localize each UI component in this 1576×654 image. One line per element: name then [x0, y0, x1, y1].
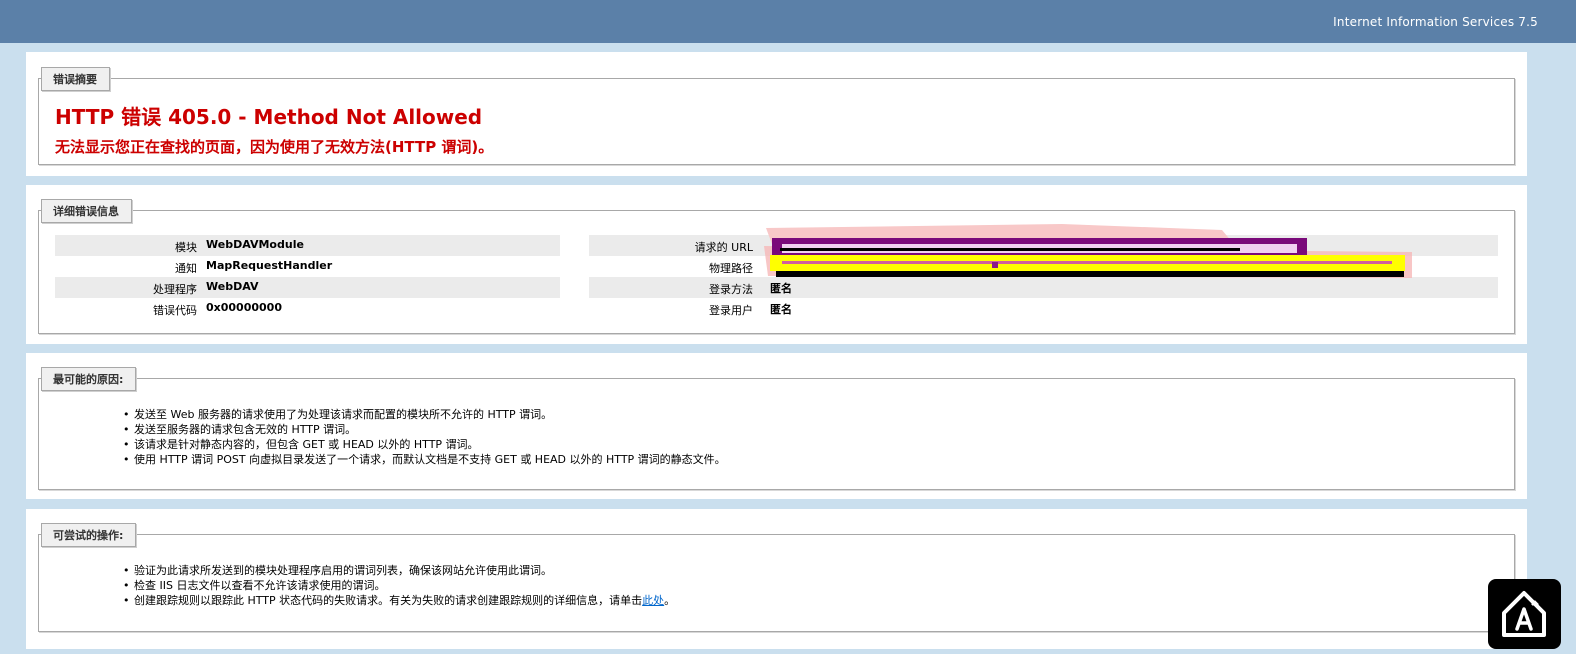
detail-value: 0x00000000 — [206, 301, 282, 314]
causes-box: 最可能的原因: 发送至 Web 服务器的请求使用了为处理该请求而配置的模块所不允… — [38, 367, 1515, 490]
details-legend: 详细错误信息 — [41, 199, 132, 223]
redaction-marks — [764, 224, 1412, 278]
detail-row-module: 模块 WebDAVModule — [55, 235, 560, 256]
actions-box: 可尝试的操作: 验证为此请求所发送到的模块处理程序启用的谓词列表，确保该网站允许… — [38, 523, 1515, 632]
detail-label: 通知 — [175, 262, 197, 275]
actions-legend: 可尝试的操作: — [41, 523, 137, 547]
product-name: Internet Information Services 7.5 — [1333, 15, 1538, 29]
error-summary-panel: 错误摘要 HTTP 错误 405.0 - Method Not Allowed … — [26, 52, 1527, 176]
causes-panel: 最可能的原因: 发送至 Web 服务器的请求使用了为处理该请求而配置的模块所不允… — [26, 353, 1527, 499]
list-item: 使用 HTTP 谓词 POST 向虚拟目录发送了一个请求，而默认文档是不支持 G… — [123, 452, 726, 467]
detail-label: 处理程序 — [153, 283, 197, 296]
iis-header: Internet Information Services 7.5 — [0, 0, 1576, 43]
error-summary-legend: 错误摘要 — [41, 67, 110, 91]
list-item: 检查 IIS 日志文件以查看不允许该请求使用的谓词。 — [123, 578, 675, 593]
causes-list: 发送至 Web 服务器的请求使用了为处理该请求而配置的模块所不允许的 HTTP … — [123, 407, 726, 467]
action-text: 创建跟踪规则以跟踪此 HTTP 状态代码的失败请求。有关为失败的请求创建跟踪规则… — [134, 594, 643, 607]
actions-panel: 可尝试的操作: 验证为此请求所发送到的模块处理程序启用的谓词列表，确保该网站允许… — [26, 509, 1527, 649]
detail-label: 请求的 URL — [694, 241, 753, 254]
detail-row-notification: 通知 MapRequestHandler — [55, 256, 560, 277]
action-suffix: 。 — [664, 594, 676, 607]
trace-rule-help-link[interactable]: 此处 — [642, 594, 664, 607]
detail-row-error-code: 错误代码 0x00000000 — [55, 298, 560, 319]
list-item: 发送至 Web 服务器的请求使用了为处理该请求而配置的模块所不允许的 HTTP … — [123, 407, 726, 422]
detail-value: WebDAV — [206, 280, 259, 293]
detail-label: 登录方法 — [709, 283, 753, 296]
causes-legend: 最可能的原因: — [41, 367, 137, 391]
detail-label: 物理路径 — [709, 262, 753, 275]
list-item: 验证为此请求所发送到的模块处理程序启用的谓词列表，确保该网站允许使用此谓词。 — [123, 563, 675, 578]
detail-row-handler: 处理程序 WebDAV — [55, 277, 560, 298]
list-item: 该请求是针对静态内容的，但包含 GET 或 HEAD 以外的 HTTP 谓词。 — [123, 437, 726, 452]
detail-label: 模块 — [175, 241, 197, 254]
error-title: HTTP 错误 405.0 - Method Not Allowed — [55, 105, 483, 129]
accessibility-button[interactable] — [1488, 579, 1561, 649]
detail-label: 登录用户 — [709, 304, 753, 317]
detail-value: WebDAVModule — [206, 238, 304, 251]
error-subtitle: 无法显示您正在查找的页面，因为使用了无效方法(HTTP 谓词)。 — [55, 138, 494, 156]
detail-label: 错误代码 — [153, 304, 197, 317]
detail-row-logon-user: 登录用户 匿名 — [589, 298, 1498, 319]
accessibility-logo-icon — [1502, 591, 1546, 637]
detail-value: MapRequestHandler — [206, 259, 333, 272]
detail-value: 匿名 — [770, 303, 792, 316]
list-item: 创建跟踪规则以跟踪此 HTTP 状态代码的失败请求。有关为失败的请求创建跟踪规则… — [123, 593, 675, 608]
actions-list: 验证为此请求所发送到的模块处理程序启用的谓词列表，确保该网站允许使用此谓词。 检… — [123, 563, 675, 608]
detail-value: 匿名 — [770, 282, 792, 295]
error-summary-box: 错误摘要 HTTP 错误 405.0 - Method Not Allowed … — [38, 67, 1515, 165]
list-item: 发送至服务器的请求包含无效的 HTTP 谓词。 — [123, 422, 726, 437]
